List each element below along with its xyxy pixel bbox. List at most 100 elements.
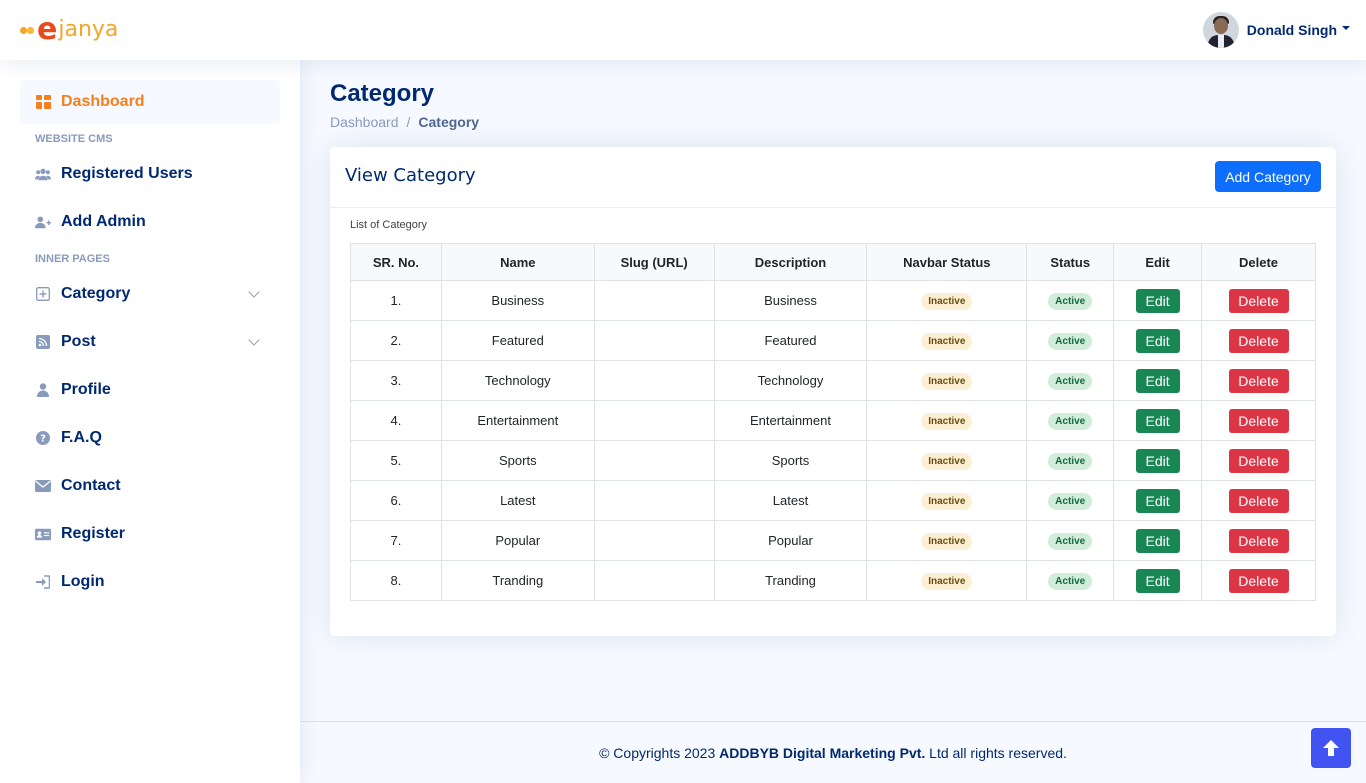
cell-status: Active [1026,280,1115,321]
sidebar: Dashboard WEBSITE CMS Registered Users A… [0,60,300,783]
status-badge: Active [1048,492,1093,510]
cell-delete: Delete [1201,400,1316,441]
table-row: 4. Entertainment Entertainment Inactive Acti… [350,400,1316,441]
delete-button[interactable]: Delete [1228,328,1289,353]
cell-edit: Edit [1113,520,1203,561]
cell-sr-no: 8. [350,560,442,601]
sidebar-item-faq[interactable]: ? F.A.Q [20,416,280,460]
cell-slug [593,360,715,401]
cell-status: Active [1026,400,1115,441]
cell-description: Business [713,280,868,321]
card-title: View Category [345,165,476,186]
table-row: 3. Technology Technology Inactive Active Edit… [350,360,1316,401]
column-header: Status [1026,243,1115,281]
status-badge: Active [1048,412,1093,430]
delete-button[interactable]: Delete [1228,408,1289,433]
sidebar-item-label: Dashboard [61,93,145,110]
cell-slug [593,320,715,361]
grid-icon [35,94,51,110]
cell-description: Popular [713,520,868,561]
logo-letter: e [37,12,58,47]
cell-edit: Edit [1113,360,1203,401]
status-badge: Active [1048,572,1093,590]
delete-button[interactable]: Delete [1228,568,1289,593]
sidebar-item-login[interactable]: Login [20,560,280,604]
sidebar-item-post[interactable]: Post [20,320,280,364]
cell-delete: Delete [1201,280,1316,321]
status-badge: Active [1048,292,1093,310]
status-badge: Active [1048,332,1093,350]
navbar-status-badge: Inactive [921,532,973,550]
edit-button[interactable]: Edit [1135,368,1180,393]
cell-edit: Edit [1113,280,1203,321]
edit-button[interactable]: Edit [1135,408,1180,433]
column-header: SR. No. [350,243,442,281]
person-plus-icon [35,214,51,230]
back-to-top-button[interactable] [1311,728,1351,768]
top-header: e janya Donald Singh [0,0,1366,60]
cell-slug [593,440,715,481]
card-header: View Category Add Category [330,147,1336,208]
cell-delete: Delete [1201,440,1316,481]
edit-button[interactable]: Edit [1135,568,1180,593]
delete-button[interactable]: Delete [1228,528,1289,553]
cell-delete: Delete [1201,480,1316,521]
delete-button[interactable]: Delete [1228,488,1289,513]
cell-name: Technology [440,360,595,401]
login-icon [35,574,51,590]
footer-company: ADDBYB Digital Marketing Pvt. [719,745,926,761]
column-header: Slug (URL) [593,243,715,281]
sidebar-item-registered-users[interactable]: Registered Users [20,152,280,196]
logo[interactable]: e janya [20,14,118,46]
cell-slug [593,520,715,561]
sidebar-item-label: F.A.Q [61,429,102,446]
cell-name: Tranding [440,560,595,601]
chevron-down-icon [248,286,260,298]
sidebar-item-category[interactable]: Category [20,272,280,316]
sidebar-item-dashboard[interactable]: Dashboard [20,80,280,124]
breadcrumb-current: Category [418,114,480,130]
cell-edit: Edit [1113,320,1203,361]
sidebar-item-profile[interactable]: Profile [20,368,280,412]
footer: © Copyrights 2023 ADDBYB Digital Marketi… [300,721,1366,783]
edit-button[interactable]: Edit [1135,288,1180,313]
cell-status: Active [1026,520,1115,561]
nav-heading-website-cms: WEBSITE CMS [35,133,113,145]
breadcrumb-separator: / [406,114,411,130]
profile-dropdown[interactable]: Donald Singh [1202,12,1350,48]
edit-button[interactable]: Edit [1135,528,1180,553]
cell-delete: Delete [1201,520,1316,561]
cell-slug [593,280,715,321]
delete-button[interactable]: Delete [1228,368,1289,393]
column-header: Delete [1201,243,1316,281]
cell-name: Latest [440,480,595,521]
cell-navbar-status: Inactive [866,520,1028,561]
edit-button[interactable]: Edit [1135,488,1180,513]
cell-navbar-status: Inactive [866,360,1028,401]
cell-status: Active [1026,560,1115,601]
category-card: View Category Add Category List of Categ… [330,147,1336,636]
cell-sr-no: 7. [350,520,442,561]
status-badge: Active [1048,452,1093,470]
cell-edit: Edit [1113,400,1203,441]
sidebar-item-label: Login [61,573,105,590]
table-row: 6. Latest Latest Inactive Active Edit Delete [350,480,1316,521]
cell-description: Tranding [713,560,868,601]
breadcrumb-dashboard-link[interactable]: Dashboard [330,114,399,130]
delete-button[interactable]: Delete [1228,448,1289,473]
cell-status: Active [1026,440,1115,481]
sidebar-item-contact[interactable]: Contact [20,464,280,508]
delete-button[interactable]: Delete [1228,288,1289,313]
cell-delete: Delete [1201,560,1316,601]
cell-name: Sports [440,440,595,481]
edit-button[interactable]: Edit [1135,448,1180,473]
sidebar-item-add-admin[interactable]: Add Admin [20,200,280,244]
column-header: Edit [1113,243,1203,281]
navbar-status-badge: Inactive [921,492,973,510]
cell-name: Featured [440,320,595,361]
sidebar-item-register[interactable]: Register [20,512,280,556]
sidebar-item-label: Post [61,333,96,350]
cell-edit: Edit [1113,560,1203,601]
edit-button[interactable]: Edit [1135,328,1180,353]
add-category-button[interactable]: Add Category [1215,161,1321,192]
